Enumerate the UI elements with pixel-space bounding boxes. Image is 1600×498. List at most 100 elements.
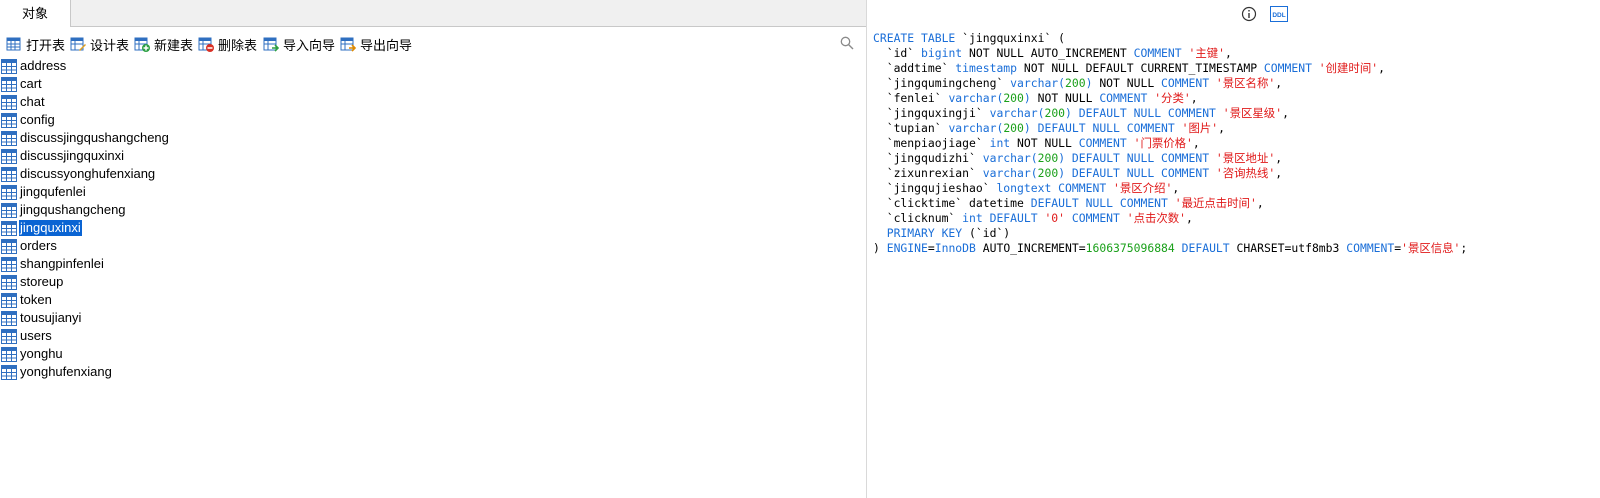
ddl-token: 200 — [1037, 151, 1059, 165]
table-row[interactable]: address — [0, 57, 67, 75]
table-row[interactable]: discussyonghufenxiang — [0, 165, 156, 183]
table-name: storeup — [20, 274, 64, 289]
new-table-button[interactable]: 新建表 — [134, 33, 193, 55]
ddl-token: AUTO_INCREMENT= — [975, 241, 1086, 255]
ddl-token: DEFAULT NULL COMMENT — [1065, 151, 1210, 165]
ddl-token: '主键' — [1181, 46, 1225, 60]
ddl-token: , — [1172, 181, 1180, 195]
ddl-token: 200 — [1044, 106, 1066, 120]
table-row[interactable]: yonghu — [0, 345, 64, 363]
ddl-token: COMMENT — [1263, 61, 1312, 75]
ddl-token: varchar( — [1010, 76, 1066, 90]
table-icon — [1, 238, 17, 254]
ddl-line: `jingquxingji` varchar(200) DEFAULT NULL… — [873, 106, 1467, 121]
table-row[interactable]: storeup — [0, 273, 64, 291]
ddl-token: `clicknum` — [873, 211, 963, 225]
delete-table-button[interactable]: 删除表 — [198, 33, 257, 55]
ddl-token: ; — [1460, 241, 1468, 255]
table-name: jingquxinxi — [19, 220, 82, 236]
table-row[interactable]: shangpinfenlei — [0, 255, 105, 273]
ddl-icon[interactable]: DDL — [1270, 6, 1288, 22]
ddl-token: varchar( — [982, 166, 1038, 180]
ddl-token: NOT NULL — [1030, 91, 1100, 105]
search-icon[interactable] — [840, 36, 854, 50]
table-name: tousujianyi — [20, 310, 82, 325]
table-row[interactable]: yonghufenxiang — [0, 363, 113, 381]
ddl-token: `id` — [873, 46, 922, 60]
table-name: users — [20, 328, 52, 343]
export-wizard-button[interactable]: 导出向导 — [340, 33, 412, 55]
table-icon — [1, 328, 17, 344]
export-wizard-icon — [340, 37, 356, 52]
table-name: config — [20, 112, 55, 127]
ddl-code-view[interactable]: CREATE TABLE `jingquxinxi` ( `id` bigint… — [873, 31, 1467, 256]
ddl-token: PRIMARY KEY — [873, 226, 970, 240]
ddl-token: COMMENT — [1051, 181, 1107, 195]
table-row[interactable]: jingquxinxi — [0, 219, 82, 237]
new-table-label: 新建表 — [154, 37, 194, 53]
ddl-token: , — [1225, 46, 1232, 60]
ddl-line: `jingqudizhi` varchar(200) DEFAULT NULL … — [873, 151, 1467, 166]
new-table-icon — [134, 37, 150, 52]
ddl-line: `clicktime` datetime DEFAULT NULL COMMEN… — [873, 196, 1467, 211]
ddl-line: `jingqujieshao` longtext COMMENT '景区介绍', — [873, 181, 1467, 196]
table-name: chat — [20, 94, 45, 109]
ddl-token: '创建时间' — [1311, 61, 1379, 75]
ddl-token: `zixunrexian` — [873, 166, 983, 180]
ddl-line: `addtime` timestamp NOT NULL DEFAULT CUR… — [873, 61, 1467, 76]
open-table-icon — [6, 37, 21, 51]
ddl-line: PRIMARY KEY (`id`) — [873, 226, 1467, 241]
ddl-token: ) — [873, 241, 887, 255]
table-row[interactable]: orders — [0, 237, 58, 255]
open-table-button[interactable]: 打开表 — [6, 33, 65, 55]
ddl-line: `clicknum` int DEFAULT '0' COMMENT '点击次数… — [873, 211, 1467, 226]
table-row[interactable]: tousujianyi — [0, 309, 82, 327]
import-wizard-icon — [263, 37, 279, 52]
ddl-badge-label: DDL — [1272, 12, 1285, 19]
ddl-token: '点击次数' — [1119, 211, 1187, 225]
ddl-token: `fenlei` — [873, 91, 949, 105]
ddl-token: varchar( — [989, 106, 1045, 120]
design-table-button[interactable]: 设计表 — [70, 33, 129, 55]
table-row[interactable]: cart — [0, 75, 43, 93]
ddl-token: COMMENT — [1099, 91, 1148, 105]
ddl-token: DEFAULT NULL COMMENT — [1030, 121, 1175, 135]
ddl-token: COMMENT — [1133, 46, 1182, 60]
table-name: yonghufenxiang — [20, 364, 112, 379]
table-row[interactable]: discussjingqushangcheng — [0, 129, 170, 147]
ddl-token: varchar( — [948, 91, 1004, 105]
table-name: address — [20, 58, 67, 73]
ddl-token: varchar( — [982, 151, 1038, 165]
ddl-token: , — [1190, 91, 1198, 105]
ddl-token: '分类' — [1147, 91, 1191, 105]
ddl-token: NOT NULL AUTO_INCREMENT — [962, 46, 1134, 60]
table-icon — [1, 310, 17, 326]
import-wizard-button[interactable]: 导入向导 — [263, 33, 335, 55]
table-row[interactable]: jingqufenlei — [0, 183, 87, 201]
table-icon — [1, 112, 17, 128]
ddl-token: , — [1275, 151, 1283, 165]
ddl-token: ) — [1023, 91, 1031, 105]
ddl-line: `id` bigint NOT NULL AUTO_INCREMENT COMM… — [873, 46, 1467, 61]
info-icon[interactable] — [1241, 6, 1257, 22]
ddl-line: `zixunrexian` varchar(200) DEFAULT NULL … — [873, 166, 1467, 181]
table-row[interactable]: chat — [0, 93, 46, 111]
ddl-token: CHARSET=utf8mb3 — [1229, 241, 1347, 255]
table-row[interactable]: discussjingquxinxi — [0, 147, 125, 165]
tab-objects[interactable]: 对象 — [0, 0, 71, 27]
table-row[interactable]: config — [0, 111, 56, 129]
ddl-token: timestamp — [955, 61, 1018, 75]
ddl-token: DEFAULT NULL COMMENT — [1065, 166, 1210, 180]
ddl-token: DEFAULT NULL COMMENT — [1071, 106, 1216, 120]
table-row[interactable]: token — [0, 291, 53, 309]
table-name: token — [20, 292, 52, 307]
ddl-token: `addtime` — [873, 61, 956, 75]
ddl-token: DEFAULT — [1174, 241, 1230, 255]
ddl-token: int — [989, 136, 1011, 150]
ddl-token: varchar( — [948, 121, 1004, 135]
ddl-token: `jingqumingcheng` — [873, 76, 1011, 90]
ddl-token: , — [1218, 121, 1225, 135]
table-row[interactable]: users — [0, 327, 53, 345]
table-row[interactable]: jingqushangcheng — [0, 201, 127, 219]
ddl-token: `tupian` — [873, 121, 949, 135]
